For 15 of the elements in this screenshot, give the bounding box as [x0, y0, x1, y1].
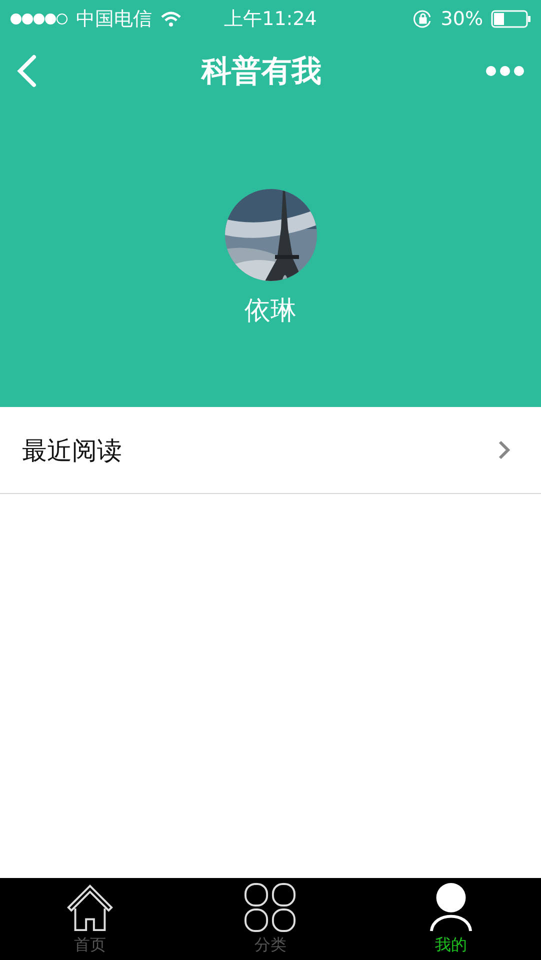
- grid-icon: [243, 882, 298, 933]
- status-time: 上午11:24: [224, 7, 317, 32]
- page-title: 科普有我: [202, 52, 322, 90]
- battery-percent: 30%: [440, 8, 484, 30]
- signal-icon: [10, 13, 68, 25]
- more-button[interactable]: [485, 65, 525, 77]
- back-button[interactable]: [16, 54, 38, 88]
- chevron-right-icon: [498, 440, 511, 460]
- tab[interactable]: 我的: [360, 878, 541, 960]
- carrier-name: 中国电信: [76, 7, 152, 32]
- menu-item[interactable]: 最近阅读: [0, 407, 541, 494]
- battery-icon: [491, 10, 532, 28]
- user-name: 依琳: [244, 295, 296, 328]
- wifi-icon: [160, 11, 182, 27]
- rotation-lock-icon: [412, 9, 433, 29]
